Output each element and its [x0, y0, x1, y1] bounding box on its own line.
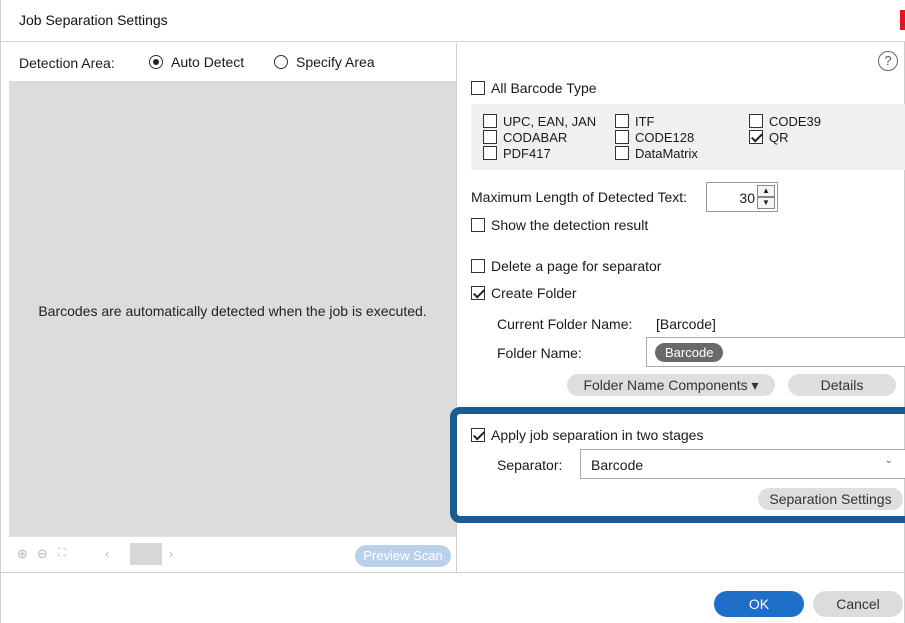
- barcode-type-label: ITF: [635, 113, 655, 129]
- zoom-in-icon[interactable]: ⊕: [17, 546, 28, 562]
- barcode-type-label: QR: [769, 129, 789, 145]
- barcode-type-upc[interactable]: UPC, EAN, JAN: [483, 114, 596, 128]
- apply-two-stages-label: Apply job separation in two stages: [491, 427, 704, 443]
- zoom-out-icon[interactable]: ⊖: [37, 546, 48, 562]
- all-barcode-type-label: All Barcode Type: [491, 80, 597, 96]
- folder-name-label: Folder Name:: [497, 345, 582, 361]
- apply-two-stages-checkbox[interactable]: Apply job separation in two stages: [471, 427, 703, 443]
- barcode-type-label: UPC, EAN, JAN: [503, 113, 597, 129]
- help-icon[interactable]: ?: [878, 51, 898, 71]
- barcode-type-qr[interactable]: QR: [749, 130, 789, 144]
- increment-icon[interactable]: ▲: [757, 185, 775, 197]
- checkbox-unchecked-icon: [471, 259, 485, 273]
- barcode-type-label: CODABAR: [503, 129, 568, 145]
- delete-page-label: Delete a page for separator: [491, 258, 662, 274]
- folder-name-token[interactable]: Barcode: [655, 343, 724, 362]
- max-length-value[interactable]: 30: [707, 190, 755, 206]
- folder-name-components-button[interactable]: Folder Name Components ▾: [567, 374, 775, 396]
- radio-selected-icon: [149, 55, 163, 69]
- folder-name-field[interactable]: Barcode: [646, 337, 905, 367]
- barcode-type-itf[interactable]: ITF: [615, 114, 655, 128]
- barcode-type-label: PDF417: [503, 145, 551, 161]
- stepper-arrows: ▲ ▼: [757, 185, 775, 209]
- checkbox-unchecked-icon: [615, 146, 629, 160]
- separator-select[interactable]: Barcode ⌄: [580, 449, 905, 479]
- checkbox-unchecked-icon: [615, 114, 629, 128]
- specify-area-label: Specify Area: [296, 54, 375, 70]
- barcode-type-label: DataMatrix: [635, 145, 698, 161]
- separator-label: Separator:: [497, 457, 563, 473]
- page-number-box[interactable]: [130, 543, 162, 565]
- fit-icon[interactable]: ⛶: [58, 547, 66, 560]
- barcode-type-pdf417[interactable]: PDF417: [483, 146, 551, 160]
- title-bar: Job Separation Settings: [1, 0, 905, 42]
- barcode-type-datamatrix[interactable]: DataMatrix: [615, 146, 698, 160]
- show-detection-result-label: Show the detection result: [491, 217, 649, 233]
- prev-page-icon[interactable]: ‹: [105, 546, 109, 561]
- max-length-stepper[interactable]: 30 ▲ ▼: [706, 182, 778, 212]
- decrement-icon[interactable]: ▼: [757, 197, 775, 209]
- checkbox-checked-icon: [749, 130, 763, 144]
- window-title: Job Separation Settings: [19, 12, 168, 28]
- max-length-label: Maximum Length of Detected Text:: [471, 189, 688, 205]
- next-page-icon[interactable]: ›: [169, 546, 173, 561]
- preview-toolbar: ⊕ ⊖ ⛶ ‹ › Preview Scan: [9, 536, 456, 572]
- details-button[interactable]: Details: [788, 374, 896, 396]
- checkbox-unchecked-icon: [483, 146, 497, 160]
- create-folder-label: Create Folder: [491, 285, 577, 301]
- current-folder-label: Current Folder Name:: [497, 316, 633, 332]
- folder-name-components-label: Folder Name Components: [583, 377, 748, 393]
- preview-area: Barcodes are automatically detected when…: [9, 81, 456, 536]
- checkbox-unchecked-icon: [615, 130, 629, 144]
- detection-area-header: Detection Area: Auto Detect Specify Area: [1, 43, 456, 81]
- create-folder-checkbox[interactable]: Create Folder: [471, 285, 577, 301]
- chevron-down-icon: ⌄: [884, 455, 893, 466]
- checkbox-unchecked-icon: [483, 114, 497, 128]
- separation-settings-button[interactable]: Separation Settings: [758, 488, 903, 510]
- detection-area-label: Detection Area:: [19, 55, 115, 71]
- specify-area-radio[interactable]: Specify Area: [274, 54, 375, 70]
- radio-unselected-icon: [274, 55, 288, 69]
- all-barcode-type-checkbox[interactable]: All Barcode Type: [471, 80, 597, 96]
- auto-detect-radio[interactable]: Auto Detect: [149, 54, 244, 70]
- show-detection-result-checkbox[interactable]: Show the detection result: [471, 217, 648, 233]
- checkbox-unchecked-icon: [483, 130, 497, 144]
- barcode-type-label: CODE128: [635, 129, 695, 145]
- checkbox-unchecked-icon: [471, 218, 485, 232]
- barcode-type-codabar[interactable]: CODABAR: [483, 130, 567, 144]
- checkbox-checked-icon: [471, 286, 485, 300]
- job-separation-settings-window: Job Separation Settings Detection Area: …: [0, 0, 905, 623]
- barcode-type-code39[interactable]: CODE39: [749, 114, 821, 128]
- checkbox-unchecked-icon: [749, 114, 763, 128]
- preview-scan-button[interactable]: Preview Scan: [355, 545, 451, 567]
- current-folder-value: [Barcode]: [656, 316, 716, 332]
- delete-page-checkbox[interactable]: Delete a page for separator: [471, 258, 661, 274]
- auto-detect-label: Auto Detect: [171, 54, 245, 70]
- checkbox-checked-icon: [471, 428, 485, 442]
- footer-divider: [1, 572, 905, 573]
- close-icon[interactable]: [900, 10, 905, 30]
- cancel-button[interactable]: Cancel: [813, 591, 903, 617]
- barcode-type-group: UPC, EAN, JAN CODABAR PDF417 ITF CODE128…: [471, 104, 905, 170]
- checkbox-unchecked-icon: [471, 81, 485, 95]
- dropdown-arrow-icon: ▾: [751, 377, 759, 393]
- separator-value: Barcode: [591, 457, 644, 473]
- ok-button[interactable]: OK: [714, 591, 804, 617]
- auto-detect-message: Barcodes are automatically detected when…: [38, 303, 427, 319]
- barcode-type-code128[interactable]: CODE128: [615, 130, 694, 144]
- barcode-type-label: CODE39: [769, 113, 822, 129]
